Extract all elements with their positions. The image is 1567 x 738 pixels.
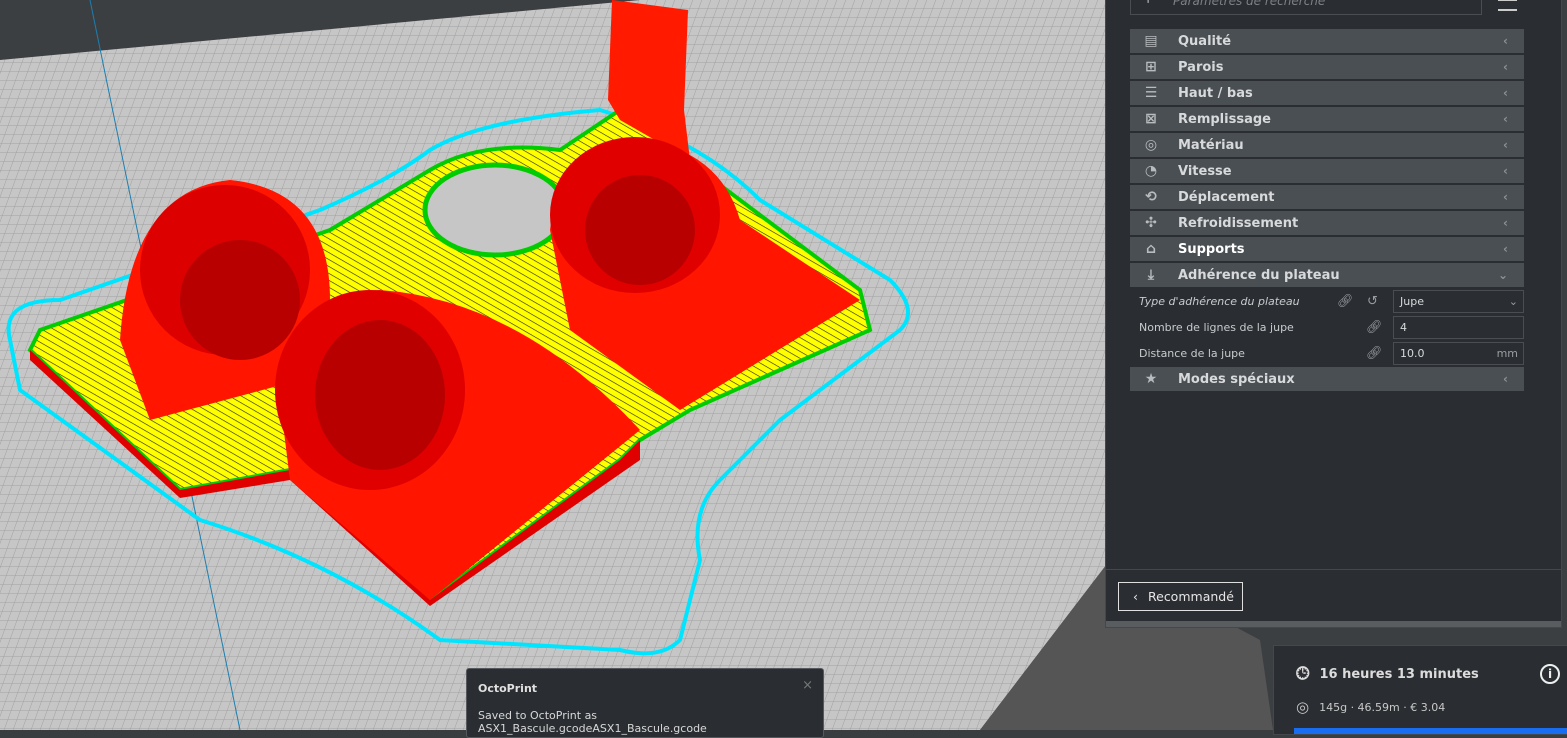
category-label: Supports xyxy=(1178,241,1245,257)
category-travel[interactable]: ⟲ Déplacement ‹ xyxy=(1130,185,1524,209)
chevron-down-icon: ⌄ xyxy=(1508,294,1518,308)
unit-label: mm xyxy=(1496,346,1518,360)
menu-icon[interactable] xyxy=(1498,0,1517,11)
chevron-left-icon: ‹ xyxy=(1503,138,1508,152)
category-label: Vitesse xyxy=(1178,163,1232,179)
recommended-button[interactable]: ‹ Recommandé xyxy=(1118,582,1243,611)
clock-icon: 🕒︎ xyxy=(1296,664,1310,684)
spool-icon: ◎ xyxy=(1296,698,1310,716)
chevron-left-icon: ‹ xyxy=(1503,86,1508,100)
chevron-left-icon: ‹ xyxy=(1503,112,1508,126)
star-icon: ★ xyxy=(1144,371,1158,387)
category-label: Haut / bas xyxy=(1178,85,1253,101)
input-value: 10.0 xyxy=(1400,346,1425,360)
panel-resize-handle[interactable] xyxy=(1106,621,1561,627)
toast-title: OctoPrint xyxy=(478,682,538,695)
search-placeholder: Paramètres de recherche xyxy=(1173,0,1326,8)
supports-icon: ⌂ xyxy=(1145,241,1157,257)
walls-icon: ⊞ xyxy=(1145,59,1157,75)
setting-adhesion-type: Type d'adhérence du plateau 🔗︎ ↺ Jupe ⌄ xyxy=(1130,289,1524,313)
print-time: 16 heures 13 minutes xyxy=(1319,666,1479,682)
category-label: Remplissage xyxy=(1178,111,1271,127)
chevron-down-icon: ⌄ xyxy=(1497,268,1508,282)
quality-icon: ▤ xyxy=(1144,33,1158,49)
recommended-label: Recommandé xyxy=(1148,589,1234,604)
speed-icon: ◔ xyxy=(1144,163,1158,179)
category-label: Adhérence du plateau xyxy=(1178,267,1340,283)
category-material[interactable]: ◎ Matériau ‹ xyxy=(1130,133,1524,157)
print-button-bar[interactable] xyxy=(1294,728,1567,734)
category-quality[interactable]: ▤ Qualité ‹ xyxy=(1130,29,1524,53)
travel-icon: ⟲ xyxy=(1145,189,1157,205)
notification-toast: OctoPrint × Saved to OctoPrint as ASX1_B… xyxy=(466,668,824,738)
category-label: Modes spéciaux xyxy=(1178,371,1295,387)
link-icon: 🔗︎ xyxy=(1337,293,1354,309)
setting-skirt-distance: Distance de la jupe 🔗︎ 10.0 mm xyxy=(1130,341,1524,365)
material-icon: ◎ xyxy=(1144,137,1158,153)
category-top-bottom[interactable]: ☰ Haut / bas ‹ xyxy=(1130,81,1524,105)
chevron-left-icon: ‹ xyxy=(1503,372,1508,386)
link-icon: 🔗︎ xyxy=(1366,345,1383,361)
adhesion-type-select[interactable]: Jupe ⌄ xyxy=(1393,289,1524,313)
reset-icon[interactable]: ↺ xyxy=(1367,294,1378,309)
panel-divider xyxy=(1106,569,1561,570)
settings-search-input[interactable]: ⚲ Paramètres de recherche xyxy=(1130,0,1482,15)
close-icon[interactable]: × xyxy=(802,678,813,693)
infill-icon: ⊠ xyxy=(1145,111,1157,127)
category-label: Parois xyxy=(1178,59,1224,75)
info-icon[interactable]: i xyxy=(1540,664,1560,684)
category-label: Déplacement xyxy=(1178,189,1275,205)
print-summary: 🕒︎ 16 heures 13 minutes i ◎ 145g · 46.59m … xyxy=(1273,645,1567,735)
category-supports[interactable]: ⌂ Supports ‹ xyxy=(1130,237,1524,261)
category-speed[interactable]: ◔ Vitesse ‹ xyxy=(1130,159,1524,183)
top-bottom-icon: ☰ xyxy=(1144,85,1158,101)
input-value: 4 xyxy=(1400,320,1407,334)
print-settings-panel: ⚲ Paramètres de recherche ▤ Qualité ‹ ⊞ Par… xyxy=(1105,0,1562,628)
category-label: Qualité xyxy=(1178,33,1232,49)
toast-message: Saved to OctoPrint as ASX1_Bascule.gcode… xyxy=(478,709,707,735)
chevron-left-icon: ‹ xyxy=(1503,216,1508,230)
chevron-left-icon: ‹ xyxy=(1503,60,1508,74)
chevron-left-icon: ‹ xyxy=(1503,190,1508,204)
category-adhesion[interactable]: ⤓ Adhérence du plateau ⌄ xyxy=(1130,263,1524,287)
material-usage: 145g · 46.59m · € 3.04 xyxy=(1319,700,1446,714)
category-infill[interactable]: ⊠ Remplissage ‹ xyxy=(1130,107,1524,131)
chevron-left-icon: ‹ xyxy=(1503,34,1508,48)
chevron-left-icon: ‹ xyxy=(1503,242,1508,256)
category-special-modes[interactable]: ★ Modes spéciaux ‹ xyxy=(1130,367,1524,391)
select-value: Jupe xyxy=(1400,294,1424,308)
link-icon: 🔗︎ xyxy=(1366,319,1383,335)
chevron-left-icon: ‹ xyxy=(1503,164,1508,178)
search-icon: ⚲ xyxy=(1143,0,1153,4)
skirt-line-count-input[interactable]: 4 xyxy=(1393,315,1524,339)
category-walls[interactable]: ⊞ Parois ‹ xyxy=(1130,55,1524,79)
category-label: Refroidissement xyxy=(1178,215,1299,231)
setting-skirt-line-count: Nombre de lignes de la jupe 🔗︎ 4 xyxy=(1130,315,1524,339)
fan-icon: ✣ xyxy=(1145,215,1157,231)
skirt-distance-input[interactable]: 10.0 mm xyxy=(1393,341,1524,365)
category-cooling[interactable]: ✣ Refroidissement ‹ xyxy=(1130,211,1524,235)
category-label: Matériau xyxy=(1178,137,1244,153)
adhesion-icon: ⤓ xyxy=(1147,267,1155,283)
chevron-left-icon: ‹ xyxy=(1133,589,1138,604)
